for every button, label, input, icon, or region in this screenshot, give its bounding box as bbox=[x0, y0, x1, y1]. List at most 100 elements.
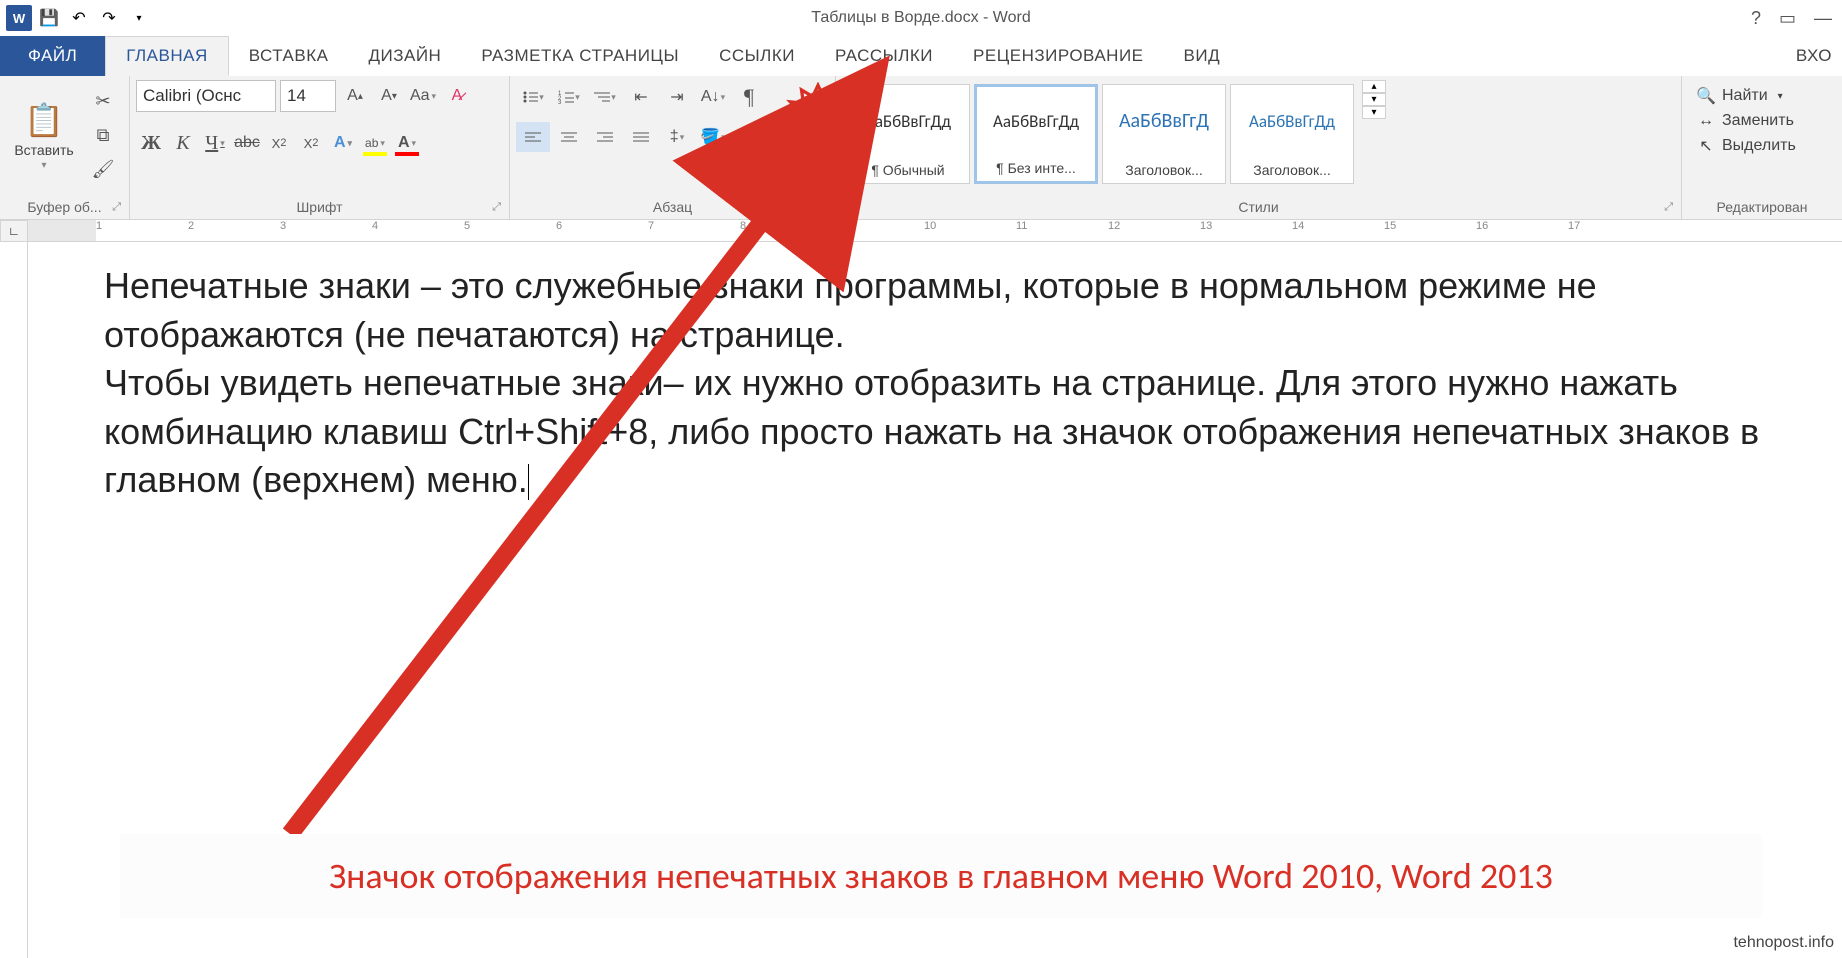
ruler-tick: 2 bbox=[188, 220, 194, 232]
underline-button[interactable]: Ч bbox=[200, 128, 230, 158]
styles-expand[interactable]: ▾ bbox=[1362, 106, 1386, 119]
replace-icon: ↔ bbox=[1696, 112, 1716, 130]
styles-more: ▴ ▾ ▾ bbox=[1362, 80, 1386, 119]
tab-view[interactable]: ВИД bbox=[1164, 36, 1241, 76]
font-color-button[interactable]: A bbox=[392, 128, 422, 158]
ruler-tick: 13 bbox=[1200, 220, 1212, 232]
font-launcher[interactable]: ⤢ bbox=[492, 201, 501, 214]
find-button[interactable]: 🔍Найти▾ bbox=[1696, 86, 1796, 106]
paragraph-2[interactable]: Чтобы увидеть непечатные знаки– их нужно… bbox=[104, 359, 1782, 505]
clipboard-launcher[interactable]: ⤢ bbox=[112, 201, 121, 214]
ribbon-display-options[interactable]: ▭ bbox=[1779, 8, 1796, 29]
paste-button[interactable]: 📋 Вставить ▾ bbox=[6, 80, 82, 190]
document-body[interactable]: Непечатные знаки – это служебные знаки п… bbox=[104, 262, 1782, 505]
ruler-tick: 7 bbox=[648, 220, 654, 232]
ruler-tick: 4 bbox=[372, 220, 378, 232]
replace-button[interactable]: ↔Заменить bbox=[1696, 112, 1796, 130]
word-logo-icon: W bbox=[6, 5, 32, 31]
format-painter-button[interactable]: 🖌 bbox=[86, 154, 120, 184]
numbering-button[interactable]: 123 bbox=[552, 82, 586, 112]
align-center[interactable] bbox=[552, 122, 586, 152]
ruler-tick: 8 bbox=[740, 220, 746, 232]
borders-button[interactable]: ⊞ bbox=[732, 122, 766, 152]
tab-home[interactable]: ГЛАВНАЯ bbox=[105, 36, 228, 76]
group-label-font: Шрифт⤢ bbox=[136, 195, 503, 219]
redo-button[interactable]: ↷ bbox=[96, 5, 122, 31]
change-case[interactable]: Aa bbox=[408, 81, 438, 111]
ruler-tick: 1 bbox=[96, 220, 102, 232]
highlight-button[interactable]: ab bbox=[360, 128, 390, 158]
style-item[interactable]: АаБбВвГгДд¶ Обычный bbox=[846, 84, 970, 184]
ruler-tick: 14 bbox=[1292, 220, 1304, 232]
styles-scroll-down[interactable]: ▾ bbox=[1362, 93, 1386, 106]
align-right[interactable] bbox=[588, 122, 622, 152]
binoculars-icon: 🔍 bbox=[1696, 86, 1716, 106]
strikethrough-button[interactable]: abc bbox=[232, 128, 262, 158]
line-spacing[interactable]: ‡ bbox=[660, 122, 694, 152]
minimize-button[interactable]: — bbox=[1814, 8, 1832, 29]
select-button[interactable]: ↖Выделить bbox=[1696, 136, 1796, 156]
subscript-button[interactable]: X2 bbox=[264, 128, 294, 158]
multilevel-list-button[interactable] bbox=[588, 82, 622, 112]
ruler-tick: 16 bbox=[1476, 220, 1488, 232]
align-left[interactable] bbox=[516, 122, 550, 152]
ruler-tick: 17 bbox=[1568, 220, 1580, 232]
tab-insert[interactable]: ВСТАВКА bbox=[229, 36, 349, 76]
clear-formatting[interactable]: A̷ bbox=[442, 81, 472, 111]
group-font: Calibri (Оснс 14 A▴ A▾ Aa A̷ Ж К Ч abc X… bbox=[130, 76, 510, 219]
cut-button[interactable]: ✂ bbox=[86, 86, 120, 116]
style-item[interactable]: АаБбВвГгДЗаголовок... bbox=[1102, 84, 1226, 184]
ruler-tick: 10 bbox=[924, 220, 936, 232]
tab-mailings[interactable]: РАССЫЛКИ bbox=[815, 36, 953, 76]
sign-in[interactable]: Вхо bbox=[1776, 36, 1842, 76]
styles-scroll-up[interactable]: ▴ bbox=[1362, 80, 1386, 93]
grow-font[interactable]: A▴ bbox=[340, 81, 370, 111]
font-name-combo[interactable]: Calibri (Оснс bbox=[136, 80, 276, 112]
qat-customize[interactable]: ▾ bbox=[126, 5, 152, 31]
shrink-font[interactable]: A▾ bbox=[374, 81, 404, 111]
sort-button[interactable]: A↓ bbox=[696, 82, 730, 112]
style-preview: АаБбВвГгДд bbox=[847, 85, 969, 157]
align-justify[interactable] bbox=[624, 122, 658, 152]
paragraph-1[interactable]: Непечатные знаки – это служебные знаки п… bbox=[104, 262, 1782, 359]
paragraph-launcher[interactable]: ⤢ bbox=[818, 201, 827, 214]
shading-button[interactable]: 🪣 bbox=[696, 122, 730, 152]
quick-access-toolbar: W 💾 ↶ ↷ ▾ bbox=[0, 5, 152, 31]
ribbon-tabs: ФАЙЛ ГЛАВНАЯ ВСТАВКА ДИЗАЙН РАЗМЕТКА СТР… bbox=[0, 36, 1842, 76]
tab-file[interactable]: ФАЙЛ bbox=[0, 36, 105, 76]
tab-review[interactable]: РЕЦЕНЗИРОВАНИЕ bbox=[953, 36, 1164, 76]
font-size-combo[interactable]: 14 bbox=[280, 80, 336, 112]
ruler-tick: 5 bbox=[464, 220, 470, 232]
superscript-button[interactable]: X2 bbox=[296, 128, 326, 158]
ruler-tick: 11 bbox=[1016, 220, 1027, 232]
style-item[interactable]: АаБбВвГгДдЗаголовок... bbox=[1230, 84, 1354, 184]
bold-button[interactable]: Ж bbox=[136, 128, 166, 158]
show-hide-pilcrow[interactable]: ¶ bbox=[732, 82, 766, 112]
decrease-indent[interactable]: ⇤ bbox=[624, 82, 658, 112]
group-paragraph: 123 ⇤ ⇥ A↓ ¶ ‡ 🪣 ⊞ Абзац⤢ bbox=[510, 76, 836, 219]
bullets-button[interactable] bbox=[516, 82, 550, 112]
undo-button[interactable]: ↶ bbox=[66, 5, 92, 31]
style-item[interactable]: АаБбВвГгДд¶ Без инте... bbox=[974, 84, 1098, 184]
copy-button[interactable]: ⧉ bbox=[86, 120, 120, 150]
group-label-paragraph: Абзац⤢ bbox=[516, 195, 829, 219]
text-effects[interactable]: A bbox=[328, 128, 358, 158]
clipboard-icon: 📋 bbox=[23, 99, 65, 141]
title-bar: W 💾 ↶ ↷ ▾ Таблицы в Ворде.docx - Word ? … bbox=[0, 0, 1842, 36]
tab-layout[interactable]: РАЗМЕТКА СТРАНИЦЫ bbox=[461, 36, 699, 76]
increase-indent[interactable]: ⇥ bbox=[660, 82, 694, 112]
save-button[interactable]: 💾 bbox=[36, 5, 62, 31]
cursor-icon: ↖ bbox=[1696, 136, 1716, 156]
help-button[interactable]: ? bbox=[1751, 8, 1761, 29]
tab-design[interactable]: ДИЗАЙН bbox=[348, 36, 461, 76]
vertical-ruler[interactable] bbox=[0, 242, 28, 958]
styles-gallery: АаБбВвГгДд¶ ОбычныйАаБбВвГгДд¶ Без инте.… bbox=[842, 80, 1358, 188]
styles-launcher[interactable]: ⤢ bbox=[1664, 201, 1673, 214]
ribbon: 📋 Вставить ▾ ✂ ⧉ 🖌 Буфер об...⤢ Calibri … bbox=[0, 76, 1842, 220]
horizontal-ruler[interactable]: 1234567891011121314151617 bbox=[28, 220, 1842, 242]
ruler-tick: 3 bbox=[280, 220, 286, 232]
window-title: Таблицы в Ворде.docx - Word bbox=[811, 9, 1030, 27]
tab-references[interactable]: ССЫЛКИ bbox=[699, 36, 815, 76]
tab-selector[interactable]: ∟ bbox=[0, 220, 28, 242]
italic-button[interactable]: К bbox=[168, 128, 198, 158]
